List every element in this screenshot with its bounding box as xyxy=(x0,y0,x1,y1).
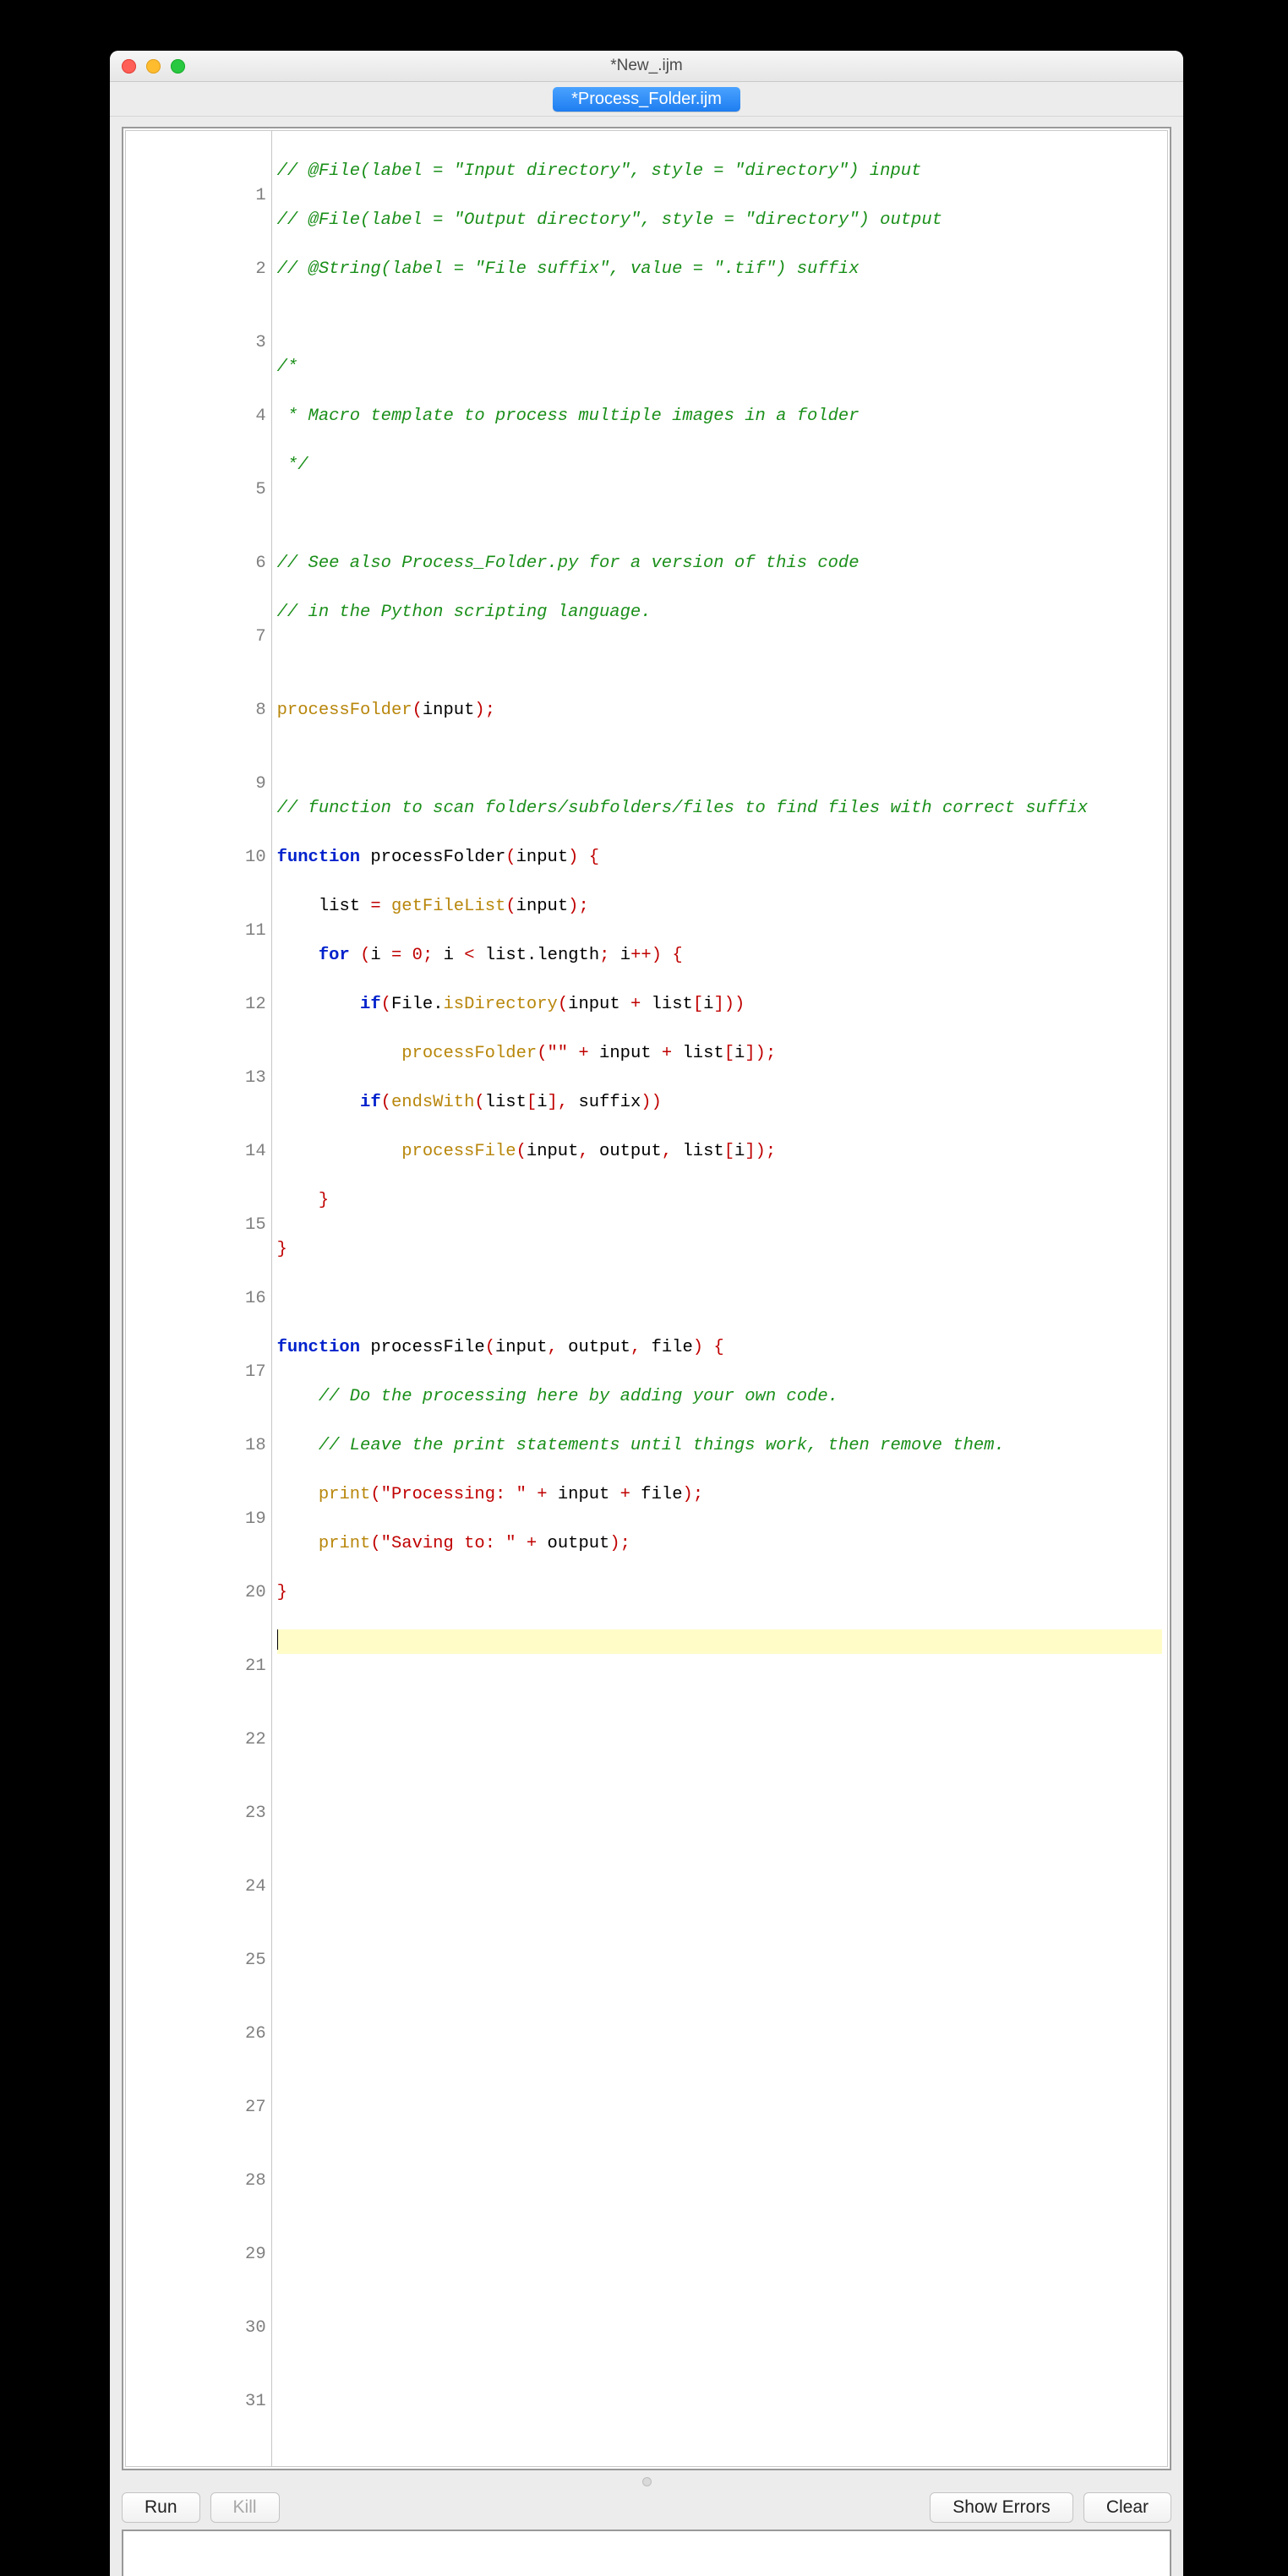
output-panel[interactable] xyxy=(122,2530,1171,2576)
code-line: processFolder("" + input + list[i]); xyxy=(277,1041,1162,1066)
code-line: if(File.isDirectory(input + list[i])) xyxy=(277,992,1162,1017)
code-line: // @String(label = "File suffix", value … xyxy=(277,259,860,279)
minimize-icon[interactable] xyxy=(146,59,161,74)
code-line: // in the Python scripting language. xyxy=(277,603,652,622)
window-title: *New_.ijm xyxy=(110,57,1183,75)
code-line: // @File(label = "Output directory", sty… xyxy=(277,210,942,230)
toolbar: Run Kill Show Errors Clear xyxy=(110,2487,1183,2530)
code-line: // function to scan folders/subfolders/f… xyxy=(277,799,1089,818)
close-icon[interactable] xyxy=(122,59,136,74)
current-line xyxy=(277,1629,1162,1654)
kill-button[interactable]: Kill xyxy=(210,2492,280,2523)
clear-button[interactable]: Clear xyxy=(1083,2492,1171,2523)
text-cursor-icon xyxy=(277,1629,278,1650)
code-line: print("Saving to: " + output); xyxy=(277,1531,1162,1556)
code-line: function processFile(input, output, file… xyxy=(277,1335,1162,1360)
code-line: function processFolder(input) { xyxy=(277,845,1162,870)
code-line: for (i = 0; i < list.length; i++) { xyxy=(277,943,1162,968)
code-line: print("Processing: " + input + file); xyxy=(277,1482,1162,1507)
code-line: /* xyxy=(277,357,298,377)
tab-process-folder[interactable]: *Process_Folder.ijm xyxy=(553,87,740,112)
code-line: } xyxy=(277,1237,1162,1262)
code-line: } xyxy=(277,1580,1162,1605)
line-number-gutter: 1 2 3 4 5 6 7 8 9 10 11 12 13 14 xyxy=(126,131,272,2466)
code-editor[interactable]: 1 2 3 4 5 6 7 8 9 10 11 12 13 14 xyxy=(126,131,1167,2466)
code-line: processFolder(input); xyxy=(277,698,1162,723)
run-button[interactable]: Run xyxy=(122,2492,200,2523)
code-line: } xyxy=(277,1188,1162,1213)
editor-window: *New_.ijm *Process_Folder.ijm 1 2 3 4 5 … xyxy=(110,51,1183,2576)
window-controls xyxy=(110,59,185,74)
code-line: // See also Process_Folder.py for a vers… xyxy=(277,554,860,573)
show-errors-button[interactable]: Show Errors xyxy=(930,2492,1073,2523)
code-body[interactable]: // @File(label = "Input directory", styl… xyxy=(272,131,1167,2466)
titlebar[interactable]: *New_.ijm xyxy=(110,51,1183,82)
code-line: list = getFileList(input); xyxy=(277,894,1162,919)
code-line: if(endsWith(list[i], suffix)) xyxy=(277,1090,1162,1115)
code-line: // @File(label = "Input directory", styl… xyxy=(277,161,922,181)
tab-bar: *Process_Folder.ijm xyxy=(110,82,1183,117)
splitter-handle[interactable] xyxy=(110,2475,1183,2487)
zoom-icon[interactable] xyxy=(171,59,185,74)
code-line: // Leave the print statements until thin… xyxy=(277,1433,1162,1458)
code-line: * Macro template to process multiple ima… xyxy=(277,407,860,426)
code-line: // Do the processing here by adding your… xyxy=(277,1384,1162,1409)
code-line: */ xyxy=(277,456,308,475)
code-line: processFile(input, output, list[i]); xyxy=(277,1139,1162,1164)
editor-frame: 1 2 3 4 5 6 7 8 9 10 11 12 13 14 xyxy=(122,127,1171,2470)
